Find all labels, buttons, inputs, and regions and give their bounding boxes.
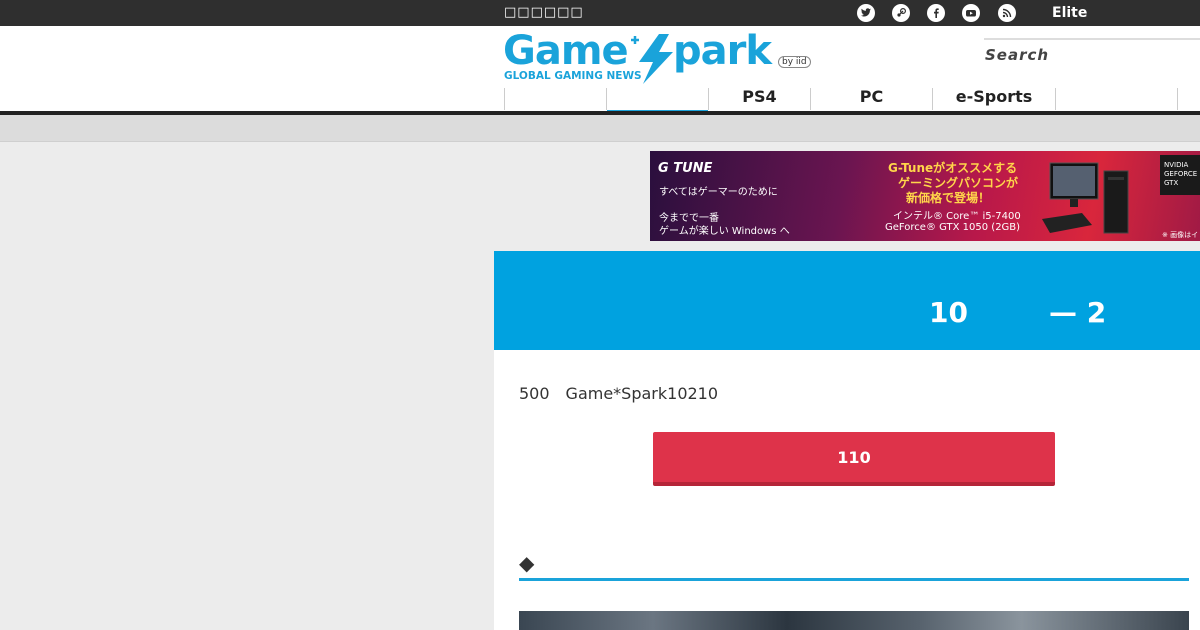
section-heading: ◆ (519, 551, 535, 575)
rss-icon[interactable] (998, 4, 1016, 22)
main-nav: PS4 PC e-Sports (504, 88, 1200, 114)
nav-item-6[interactable] (1055, 88, 1178, 110)
banner-spec-gpu: GeForce® GTX 1050 (2GB) (885, 222, 1021, 233)
logo-by-badge: by iid (778, 56, 811, 68)
search-input[interactable]: Search (985, 46, 1049, 64)
article-thumbnail[interactable] (519, 611, 1189, 630)
nav-item-2[interactable] (606, 88, 708, 114)
banner-spec-cpu: インテル® Core™ i5-7400 (893, 211, 1021, 222)
hero-number-1: 10 (929, 296, 968, 329)
nav-item-pc[interactable]: PC (810, 88, 932, 110)
article-description: 500 Game*Spark10210 (519, 384, 719, 403)
nav-item-ps4[interactable]: PS4 (708, 88, 810, 110)
article-hero: 10 — 2 (494, 251, 1200, 350)
banner-footnote: ※ 画像はイ (1162, 231, 1199, 239)
cta-button[interactable]: 110 (653, 432, 1055, 486)
banner-headline-3: 新価格で登場！ (906, 191, 991, 205)
banner-line-3: ゲームが楽しい Windows へ (659, 226, 790, 237)
gtune-banner-ad[interactable]: G TUNE すべてはゲーマーのために 今までで一番 ゲームが楽しい Windo… (650, 151, 1200, 241)
gtx-badge-text: NVIDIA GEFORCE GTX (1164, 161, 1198, 187)
logo-word-park: park (673, 28, 772, 74)
banner-brand: G TUNE (658, 161, 713, 176)
facebook-icon[interactable] (927, 4, 945, 22)
twitter-icon[interactable] (857, 4, 875, 22)
nvidia-gtx-badge: NVIDIA GEFORCE GTX (1160, 155, 1200, 195)
search-underline (984, 38, 1200, 40)
top-bar: □□□□□□ Elite (0, 0, 1200, 26)
hero-number-2: — 2 (1049, 296, 1107, 329)
logo-word-game: Game (503, 28, 629, 74)
site-header: Game park GLOBAL GAMING NEWS by iid Sear… (0, 26, 1200, 114)
youtube-icon[interactable] (962, 4, 980, 22)
site-name-text[interactable]: □□□□□□ (504, 5, 584, 20)
section-divider (519, 578, 1189, 581)
nav-item-esports[interactable]: e-Sports (932, 88, 1055, 110)
elite-link[interactable]: Elite (1052, 5, 1087, 21)
gaming-pc-image (1042, 162, 1129, 234)
article-content: 10 — 2 500 Game*Spark10210 110 ◆ (494, 251, 1200, 630)
nav-item-1[interactable] (504, 88, 607, 110)
logo-tagline: GLOBAL GAMING NEWS (504, 70, 642, 82)
steam-icon[interactable] (892, 4, 910, 22)
banner-line-1: すべてはゲーマーのために (659, 187, 778, 198)
sub-navigation-bar (0, 115, 1200, 142)
site-logo[interactable]: Game park GLOBAL GAMING NEWS by iid (503, 28, 813, 84)
